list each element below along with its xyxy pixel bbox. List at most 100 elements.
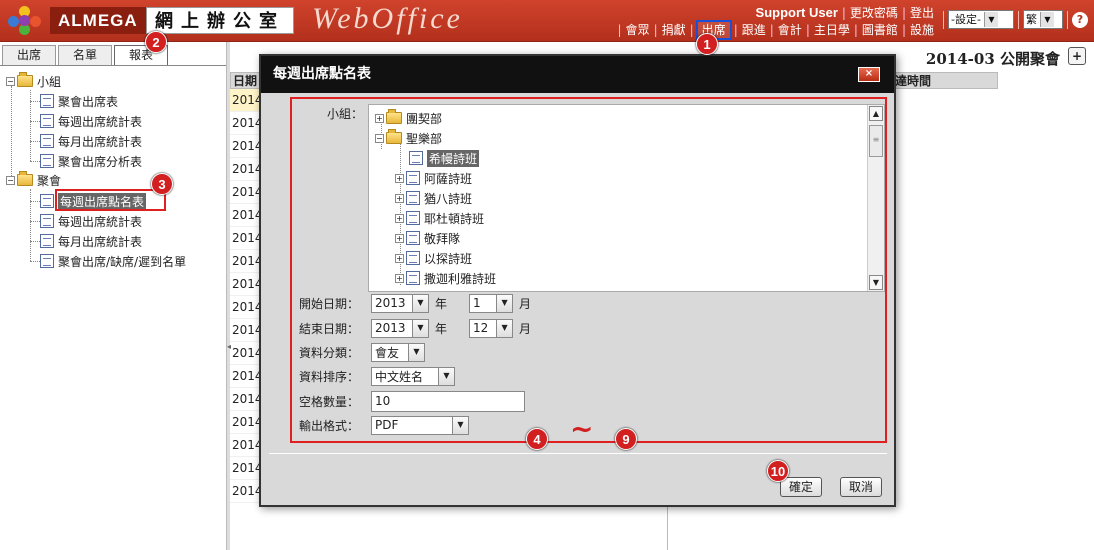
tree-node-jubal-choir[interactable]: + 猶八詩班 (395, 189, 472, 207)
document-icon (406, 271, 420, 285)
collapse-icon[interactable]: − (6, 76, 15, 86)
menu-sunday-school[interactable]: 主日學 (814, 23, 850, 37)
tree-node-heman-choir[interactable]: 希幔詩班 (409, 149, 480, 167)
logout-link[interactable]: 登出 (910, 6, 934, 20)
folder-open-icon (17, 171, 33, 186)
tree-item-attendance-analysis[interactable]: 聚會出席分析表 (40, 152, 142, 170)
tree-node-worship-team[interactable]: + 敬拜隊 (395, 229, 460, 247)
report-icon (40, 214, 54, 228)
sort-select[interactable]: 中文姓名 ▼ (371, 366, 455, 386)
tree-node-fellowship[interactable]: + 團契部 (375, 109, 442, 127)
tree-item-monthly-stats[interactable]: 每月出席統計表 (40, 132, 142, 150)
expand-icon[interactable]: + (395, 233, 404, 243)
table-row[interactable]: 2014 (230, 250, 260, 273)
table-row[interactable]: 2014 (230, 227, 260, 250)
table-row[interactable]: 2014 (230, 158, 260, 181)
sort-row: 資料排序： 中文姓名 ▼ (299, 365, 461, 387)
end-year-select[interactable]: 2013 ▼ (371, 318, 429, 338)
collapse-icon[interactable]: − (6, 175, 15, 185)
tree-group-meetings[interactable]: − 聚會 (6, 171, 61, 189)
table-row[interactable]: 2014 (230, 273, 260, 296)
step-badge-3: 3 (151, 173, 173, 195)
expand-icon[interactable]: + (375, 113, 384, 123)
scroll-down-icon[interactable]: ▼ (869, 275, 883, 290)
table-row[interactable]: 2014 (230, 457, 260, 480)
expand-icon[interactable]: + (395, 273, 404, 283)
tree-item-monthly-stats-2[interactable]: 每月出席統計表 (40, 232, 142, 250)
blank-count-input[interactable]: 10 (371, 390, 525, 412)
collapse-icon[interactable]: − (375, 133, 384, 143)
tree-node-music[interactable]: − 聖樂部 (375, 129, 442, 147)
tree-group-small-groups[interactable]: − 小組 (6, 72, 61, 90)
help-icon[interactable]: ? (1072, 11, 1088, 28)
tab-roster[interactable]: 名單 (58, 45, 112, 65)
table-row[interactable]: 2014 (230, 434, 260, 457)
start-date-label: 開始日期： (299, 296, 360, 311)
menu-members[interactable]: 會眾 (626, 23, 650, 37)
group-tree[interactable]: + 團契部 − 聖樂部 希幔詩班 + 阿薩詩班 + 猶八詩班 + 耶杜頓詩班 + 敬拜隊 +… (368, 104, 885, 292)
table-row[interactable]: 2014 (230, 342, 260, 365)
table-row[interactable]: 2014 (230, 89, 260, 112)
start-month-select[interactable]: 1 ▼ (469, 293, 514, 313)
table-row[interactable]: 2014 (230, 296, 260, 319)
close-icon[interactable]: × (858, 67, 880, 82)
dialog-divider (269, 453, 887, 454)
range-tilde: ~ (570, 412, 594, 445)
output-format-select[interactable]: PDF ▼ (371, 415, 469, 435)
menu-donations[interactable]: 捐獻 (662, 23, 686, 37)
table-row[interactable]: 2014 (230, 112, 260, 135)
menu-followup[interactable]: 跟進 (742, 23, 766, 37)
add-button[interactable]: + (1068, 47, 1086, 65)
tree-node-ethan-choir[interactable]: + 以探詩班 (395, 249, 472, 267)
menu-library[interactable]: 圖書館 (862, 23, 898, 37)
ok-button[interactable]: 確定 (780, 477, 823, 497)
table-row[interactable]: 2014 (230, 411, 260, 434)
expand-icon[interactable]: + (395, 173, 404, 183)
end-month-select[interactable]: 12 ▼ (469, 318, 514, 338)
report-icon (40, 194, 54, 208)
table-row[interactable]: 2014 (230, 365, 260, 388)
start-year-select[interactable]: 2013 ▼ (371, 293, 429, 313)
menu-accounting[interactable]: 會計 (778, 23, 802, 37)
table-row[interactable]: 2014 (230, 135, 260, 158)
expand-icon[interactable]: + (395, 253, 404, 263)
tab-attendance[interactable]: 出席 (2, 45, 56, 65)
cancel-button[interactable]: 取消 (840, 477, 883, 497)
user-name: Support User (755, 5, 838, 20)
table-row[interactable]: 2014 (230, 388, 260, 411)
date-list: 2014 2014 2014 2014 2014 2014 2014 2014 … (230, 89, 260, 503)
tree-item-meeting-attendance[interactable]: 聚會出席表 (40, 92, 118, 110)
table-row[interactable]: 2014 (230, 181, 260, 204)
settings-select[interactable]: -設定- ▼ (948, 10, 1014, 29)
tree-node-jeduthun-choir[interactable]: + 耶杜頓詩班 (395, 209, 484, 227)
expand-icon[interactable]: + (395, 193, 404, 203)
tree-item-weekly-stats[interactable]: 每週出席統計表 (40, 112, 142, 130)
scroll-up-icon[interactable]: ▲ (869, 106, 883, 121)
category-select[interactable]: 會友 ▼ (371, 342, 425, 362)
step-badge-4: 4 (526, 428, 548, 450)
report-icon (40, 114, 54, 128)
tree-scrollbar[interactable]: ▲ ≡ ▼ (867, 105, 884, 291)
language-select[interactable]: 繁 ▼ (1023, 10, 1063, 29)
report-tree-panel: − 小組 聚會出席表 每週出席統計表 每月出席統計表 聚會出席分析表 − 聚會 每週… (0, 65, 228, 550)
end-date-label: 結束日期： (299, 321, 360, 336)
user-links: Support User | 更改密碼 | 登出 (755, 5, 934, 20)
header-controls: -設定- ▼ 繁 ▼ ? (943, 10, 1088, 29)
col-date: 日期 (233, 74, 258, 88)
tree-item-absence-list[interactable]: 聚會出席/缺席/遲到名單 (40, 252, 186, 270)
expand-icon[interactable]: + (395, 213, 404, 223)
tree-item-weekly-stats-2[interactable]: 每週出席統計表 (40, 212, 142, 230)
tree-node-asaph-choir[interactable]: + 阿薩詩班 (395, 169, 472, 187)
menu-facilities[interactable]: 設施 (910, 23, 934, 37)
category-row: 資料分類： 會友 ▼ (299, 341, 431, 363)
main-menu: | 會眾 | 捐獻 | 出席 | 跟進 | 會計 | 主日學 | 圖書館 | 設施 (617, 20, 934, 40)
table-row[interactable]: 2014 (230, 480, 260, 503)
scroll-thumb[interactable]: ≡ (869, 125, 883, 157)
folder-icon (386, 109, 402, 124)
table-row[interactable]: 2014 (230, 204, 260, 227)
logo-icon (8, 6, 42, 36)
change-password-link[interactable]: 更改密碼 (850, 6, 898, 20)
tree-node-zechariah-choir[interactable]: + 撒迦利雅詩班 (395, 269, 496, 287)
table-row[interactable]: 2014 (230, 319, 260, 342)
brand-chinese-name: 網上辦公室 (146, 7, 294, 34)
